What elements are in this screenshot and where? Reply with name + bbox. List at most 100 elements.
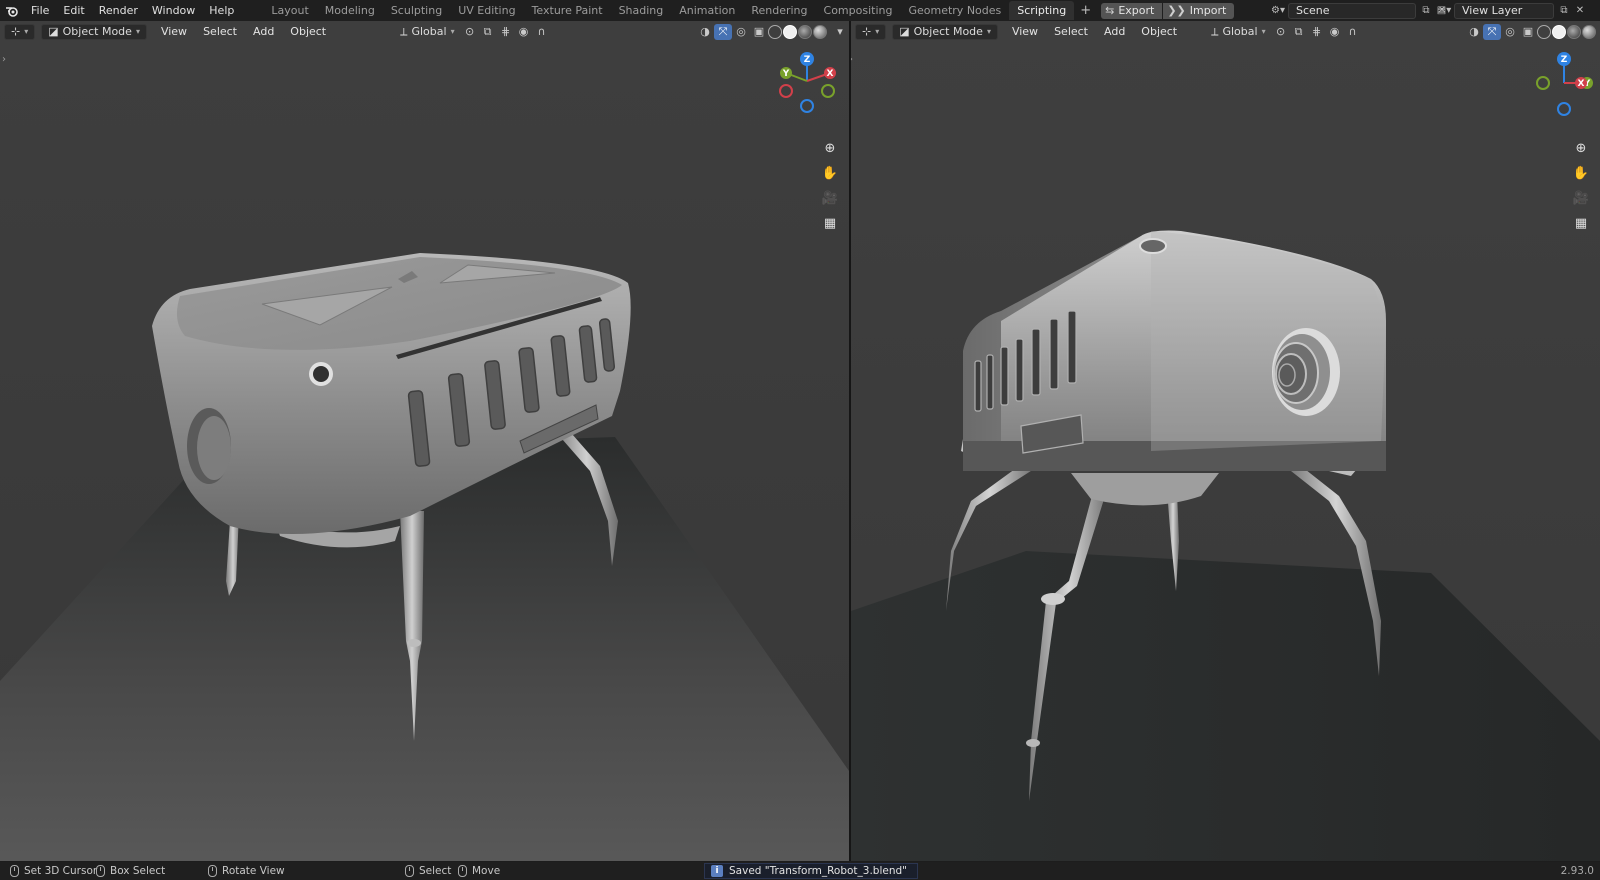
- import-icon: ❯❯: [1167, 3, 1186, 17]
- viewport-left-scene: [0, 21, 849, 861]
- new-view-layer-icon[interactable]: ⧉: [1556, 3, 1572, 19]
- zoom-icon[interactable]: ⊕: [1571, 139, 1591, 159]
- rendered-shading-icon[interactable]: [813, 25, 827, 39]
- status-rotate-view-label: Rotate View: [222, 865, 285, 877]
- solid-shading-icon[interactable]: [1552, 25, 1566, 39]
- pan-hand-icon[interactable]: ✋: [820, 164, 840, 184]
- viewport-right[interactable]: ⊹ ▾ ◪ Object Mode ▾ View Select Add Objec…: [851, 21, 1600, 861]
- view-layer-selector: ▤▾ View Layer ⧉ ✕: [1436, 2, 1588, 19]
- snap-target-icon[interactable]: ⋕: [497, 24, 515, 40]
- xray-icon[interactable]: ▣: [750, 24, 768, 40]
- tab-compositing[interactable]: Compositing: [816, 1, 901, 20]
- overlay-icon[interactable]: ◎: [1501, 24, 1519, 40]
- menu-select[interactable]: Select: [1046, 24, 1096, 40]
- snap-icon[interactable]: ⧉: [1290, 24, 1308, 40]
- zoom-icon[interactable]: ⊕: [820, 139, 840, 159]
- delete-view-layer-icon[interactable]: ✕: [1572, 3, 1588, 19]
- view-layer-icon[interactable]: ▤▾: [1436, 3, 1452, 19]
- mouse-right-icon: [405, 865, 414, 877]
- menu-view[interactable]: View: [1004, 24, 1046, 40]
- camera-view-icon[interactable]: 🎥: [1571, 189, 1591, 209]
- menu-file[interactable]: File: [24, 0, 56, 21]
- snap-target-icon[interactable]: ⋕: [1308, 24, 1326, 40]
- tab-modeling[interactable]: Modeling: [317, 1, 383, 20]
- visibility-icon[interactable]: ◑: [696, 24, 714, 40]
- transform-orientation-dropdown[interactable]: ⟂ Global ▾: [394, 24, 460, 40]
- status-select-label: Select: [419, 865, 452, 877]
- chevron-down-icon: ▾: [450, 27, 455, 36]
- tab-rendering[interactable]: Rendering: [743, 1, 815, 20]
- info-icon: i: [711, 865, 723, 877]
- navigation-gizmo-left[interactable]: Z X Y: [772, 51, 842, 121]
- menu-select[interactable]: Select: [195, 24, 245, 40]
- export-import-group: ⇆ Export ❯❯ Import: [1101, 2, 1235, 19]
- editor-type-icon: ⊹: [11, 25, 21, 38]
- tab-animation[interactable]: Animation: [671, 1, 743, 20]
- editor-type-dropdown[interactable]: ⊹ ▾: [855, 24, 887, 40]
- tab-geometry-nodes[interactable]: Geometry Nodes: [900, 1, 1009, 20]
- menu-add[interactable]: Add: [245, 24, 282, 40]
- gizmo-toggle-icon[interactable]: ⤧: [1483, 24, 1501, 40]
- gizmo-toggle-icon[interactable]: ⤧: [714, 24, 732, 40]
- blender-logo-icon[interactable]: [0, 0, 24, 21]
- pivot-icon[interactable]: ⊙: [1272, 24, 1290, 40]
- camera-view-icon[interactable]: 🎥: [820, 189, 840, 209]
- falloff-icon[interactable]: ∩: [1344, 24, 1362, 40]
- navigation-gizmo-right[interactable]: Z Y X: [1529, 51, 1599, 121]
- material-shading-icon[interactable]: [1567, 25, 1581, 39]
- mode-dropdown[interactable]: ◪ Object Mode ▾: [892, 24, 998, 40]
- scene-selector: ⚙▾ Scene ⧉ ✕: [1270, 2, 1450, 19]
- tab-sculpting[interactable]: Sculpting: [383, 1, 450, 20]
- editor-type-dropdown[interactable]: ⊹ ▾: [4, 24, 36, 40]
- menu-render[interactable]: Render: [92, 0, 145, 21]
- add-workspace-button[interactable]: +: [1074, 3, 1097, 18]
- overlay-icon[interactable]: ◎: [732, 24, 750, 40]
- menu-add[interactable]: Add: [1096, 24, 1133, 40]
- tab-scripting[interactable]: Scripting: [1009, 1, 1075, 20]
- proportional-edit-icon[interactable]: ◉: [515, 24, 533, 40]
- tab-layout[interactable]: Layout: [263, 1, 316, 20]
- menu-view[interactable]: View: [153, 24, 195, 40]
- pivot-icon[interactable]: ⊙: [461, 24, 479, 40]
- tab-shading[interactable]: Shading: [611, 1, 672, 20]
- mode-dropdown[interactable]: ◪ Object Mode ▾: [41, 24, 147, 40]
- rendered-shading-icon[interactable]: [1582, 25, 1596, 39]
- toolbar-collapse-icon[interactable]: ‹›: [851, 54, 853, 65]
- snap-icon[interactable]: ⧉: [479, 24, 497, 40]
- export-icon: ⇆: [1105, 3, 1115, 17]
- menu-object[interactable]: Object: [1133, 24, 1185, 40]
- menu-edit[interactable]: Edit: [56, 0, 91, 21]
- new-scene-icon[interactable]: ⧉: [1418, 3, 1434, 19]
- xray-icon[interactable]: ▣: [1519, 24, 1537, 40]
- material-shading-icon[interactable]: [798, 25, 812, 39]
- view-layer-field[interactable]: View Layer: [1454, 2, 1554, 19]
- pan-hand-icon[interactable]: ✋: [1571, 164, 1591, 184]
- scene-icon[interactable]: ⚙▾: [1270, 3, 1286, 19]
- gizmo-x-label: X: [827, 69, 834, 79]
- visibility-icon[interactable]: ◑: [1465, 24, 1483, 40]
- object-mode-icon: ◪: [899, 25, 910, 38]
- tab-texture-paint[interactable]: Texture Paint: [524, 1, 611, 20]
- solid-shading-icon[interactable]: [783, 25, 797, 39]
- object-mode-icon: ◪: [48, 25, 59, 38]
- wireframe-shading-icon[interactable]: [768, 25, 782, 39]
- import-button[interactable]: ❯❯ Import: [1163, 2, 1235, 19]
- tab-uv-editing[interactable]: UV Editing: [450, 1, 523, 20]
- export-button[interactable]: ⇆ Export: [1101, 2, 1163, 19]
- scene-name-field[interactable]: Scene: [1288, 2, 1416, 19]
- falloff-icon[interactable]: ∩: [533, 24, 551, 40]
- status-rotate-view: Rotate View: [208, 865, 285, 877]
- orientation-label: Global: [1222, 25, 1258, 38]
- viewport-left[interactable]: ⊹ ▾ ◪ Object Mode ▾ View Select Add Objec…: [0, 21, 849, 861]
- menu-help[interactable]: Help: [202, 0, 241, 21]
- wireframe-shading-icon[interactable]: [1537, 25, 1551, 39]
- proportional-edit-icon[interactable]: ◉: [1326, 24, 1344, 40]
- report-message[interactable]: i Saved "Transform_Robot_3.blend": [704, 863, 918, 879]
- transform-orientation-dropdown[interactable]: ⟂ Global ▾: [1205, 24, 1271, 40]
- menu-window[interactable]: Window: [145, 0, 202, 21]
- perspective-grid-icon[interactable]: ▦: [1571, 214, 1591, 234]
- shading-options-icon[interactable]: ▾: [831, 24, 849, 40]
- menu-object[interactable]: Object: [282, 24, 334, 40]
- toolbar-expand-icon[interactable]: ›: [2, 54, 6, 65]
- perspective-grid-icon[interactable]: ▦: [820, 214, 840, 234]
